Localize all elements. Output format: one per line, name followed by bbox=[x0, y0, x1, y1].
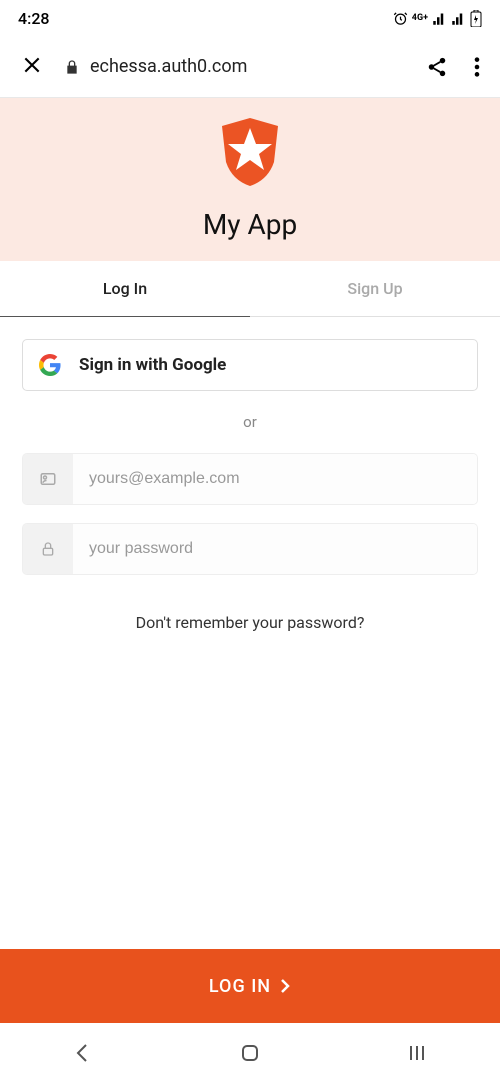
forgot-password-link[interactable]: Don't remember your password? bbox=[22, 613, 478, 632]
more-icon[interactable] bbox=[474, 56, 480, 78]
signal-icon bbox=[432, 11, 447, 26]
status-bar: 4:28 4G+ bbox=[0, 0, 500, 36]
nav-back-icon[interactable] bbox=[71, 1041, 95, 1065]
tab-signup[interactable]: Sign Up bbox=[250, 261, 500, 317]
google-signin-button[interactable]: Sign in with Google bbox=[22, 339, 478, 391]
share-icon[interactable] bbox=[426, 56, 448, 78]
battery-icon bbox=[470, 10, 482, 27]
system-nav-bar bbox=[0, 1023, 500, 1083]
password-lock-icon bbox=[23, 524, 73, 574]
password-input[interactable] bbox=[73, 524, 477, 574]
status-time: 4:28 bbox=[18, 9, 50, 28]
alarm-icon bbox=[393, 11, 408, 26]
nav-home-icon[interactable] bbox=[238, 1041, 262, 1065]
email-field-row bbox=[22, 453, 478, 505]
app-title: My App bbox=[203, 208, 297, 241]
tab-login[interactable]: Log In bbox=[0, 261, 250, 317]
lock-icon bbox=[64, 58, 80, 76]
login-form: Sign in with Google or Don't remember yo… bbox=[0, 317, 500, 654]
google-icon bbox=[39, 354, 61, 376]
network-type: 4G+ bbox=[412, 13, 428, 23]
or-divider: or bbox=[22, 413, 478, 431]
signal-icon-2 bbox=[451, 11, 466, 26]
google-signin-label: Sign in with Google bbox=[79, 355, 226, 375]
url-text: echessa.auth0.com bbox=[90, 56, 247, 77]
close-icon[interactable] bbox=[20, 53, 44, 81]
auth0-logo-icon bbox=[218, 116, 282, 188]
browser-bar: echessa.auth0.com bbox=[0, 36, 500, 98]
url-bar[interactable]: echessa.auth0.com bbox=[64, 56, 406, 77]
auth-tabs: Log In Sign Up bbox=[0, 261, 500, 317]
chevron-right-icon bbox=[279, 978, 291, 994]
login-submit-label: LOG IN bbox=[209, 976, 271, 997]
app-header: My App bbox=[0, 98, 500, 261]
nav-recent-icon[interactable] bbox=[405, 1041, 429, 1065]
login-submit-button[interactable]: LOG IN bbox=[0, 949, 500, 1023]
status-icons: 4G+ bbox=[393, 10, 482, 27]
password-field-row bbox=[22, 523, 478, 575]
email-icon bbox=[23, 454, 73, 504]
email-input[interactable] bbox=[73, 454, 477, 504]
